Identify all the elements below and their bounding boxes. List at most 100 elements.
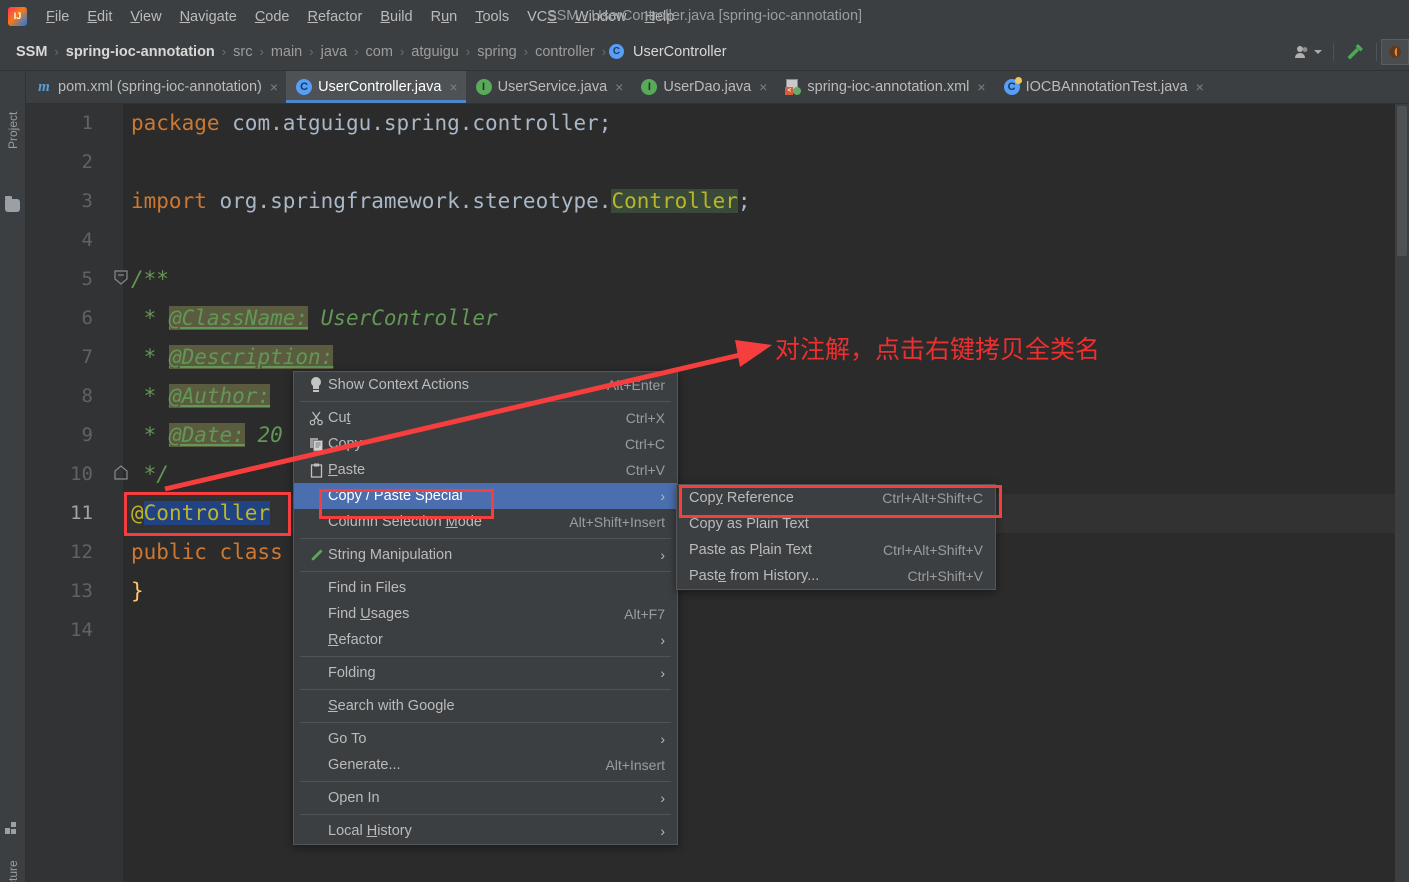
menu-item-find-in-files[interactable]: Find in Files: [294, 575, 677, 601]
line-number: 12: [70, 541, 93, 563]
close-icon[interactable]: ×: [759, 79, 767, 95]
breadcrumb-separator: ›: [601, 44, 607, 59]
breadcrumb-item-6[interactable]: atguigu: [407, 42, 463, 62]
menu-item-generate[interactable]: Generate... Alt+Insert: [294, 752, 677, 778]
menu-item-label: Copy as Plain Text: [689, 516, 809, 532]
editor-gutter[interactable]: 1 2 3 4 5 6 7 8 9 10 11 12 13 14: [26, 104, 128, 882]
submenu-item-copy-reference[interactable]: Copy Reference Ctrl+Alt+Shift+C: [677, 485, 995, 511]
tab-pom-xml[interactable]: m pom.xml (spring-ioc-annotation) ×: [26, 71, 286, 103]
code-line-5: /**: [131, 260, 169, 299]
menu-item-open-in[interactable]: Open In ›: [294, 785, 677, 811]
breadcrumb-separator: ›: [54, 44, 59, 59]
sidebar-item-structure[interactable]: Structure: [0, 833, 26, 882]
tab-label: UserController.java: [318, 79, 442, 95]
tab-usercontroller-java[interactable]: C UserController.java ×: [286, 71, 466, 103]
submenu-item-paste-from-history[interactable]: Paste from History... Ctrl+Shift+V: [677, 563, 995, 589]
menu-window[interactable]: Window: [566, 6, 636, 28]
tab-spring-ioc-annotation-xml[interactable]: < spring-ioc-annotation.xml ×: [775, 71, 993, 103]
menu-build[interactable]: Build: [371, 6, 421, 28]
menu-item-local-history[interactable]: Local History ›: [294, 818, 677, 844]
hammer-build-icon: [1347, 43, 1363, 59]
menu-navigate[interactable]: Navigate: [171, 6, 246, 28]
annotation-at-sign: @: [131, 501, 144, 525]
menu-item-cut[interactable]: Cut Ctrl+X: [294, 405, 677, 431]
menu-help[interactable]: Help: [635, 6, 683, 28]
menu-view[interactable]: View: [121, 6, 170, 28]
menu-item-string-manipulation[interactable]: String Manipulation ›: [294, 542, 677, 568]
breadcrumb-item-1[interactable]: spring-ioc-annotation: [62, 42, 219, 62]
menu-item-copy[interactable]: Copy Ctrl+C: [294, 431, 677, 457]
menu-item-refactor[interactable]: Refactor ›: [294, 627, 677, 653]
menu-item-copy-paste-special[interactable]: Copy / Paste Special ›: [294, 483, 677, 509]
sidebar-item-project[interactable]: Project: [0, 77, 26, 149]
menu-code[interactable]: Code: [246, 6, 299, 28]
menu-item-shortcut: Alt+Enter: [607, 377, 665, 393]
submenu-item-copy-as-plain-text[interactable]: Copy as Plain Text: [677, 511, 995, 537]
menu-item-label: Go To: [328, 731, 367, 747]
breadcrumb: SSM › spring-ioc-annotation › src › main…: [0, 42, 731, 62]
menu-separator: [300, 571, 671, 572]
javadoc-value-classname: UserController: [308, 306, 498, 330]
build-button[interactable]: [1338, 39, 1372, 65]
code-line-10: */: [131, 455, 169, 494]
menu-item-search-with-google[interactable]: Search with Google: [294, 693, 677, 719]
close-icon[interactable]: ×: [977, 79, 985, 95]
submenu-item-paste-as-plain-text[interactable]: Paste as Plain Text Ctrl+Alt+Shift+V: [677, 537, 995, 563]
close-icon[interactable]: ×: [1196, 79, 1204, 95]
code-line-13: }: [131, 572, 144, 611]
breadcrumb-item-5[interactable]: com: [362, 42, 397, 62]
menu-vcs[interactable]: VCS: [518, 6, 566, 28]
tab-userdao-java[interactable]: I UserDao.java ×: [631, 71, 775, 103]
menu-item-folding[interactable]: Folding ›: [294, 660, 677, 686]
chevron-down-icon: [1314, 49, 1322, 54]
breadcrumb-item-7[interactable]: spring: [473, 42, 521, 62]
menu-run[interactable]: Run: [422, 6, 467, 28]
code-line-11: @Controller: [131, 494, 271, 533]
menu-item-label: Copy: [328, 436, 362, 452]
java-test-class-icon: C: [1003, 77, 1022, 95]
menu-item-label: Copy Reference: [689, 490, 794, 506]
javadoc-value-date: 20: [244, 423, 283, 447]
toggle-panel-button[interactable]: [1381, 38, 1409, 65]
menu-item-find-usages[interactable]: Find Usages Alt+F7: [294, 601, 677, 627]
menu-separator: [300, 656, 671, 657]
menu-item-column-selection-mode[interactable]: Column Selection Mode Alt+Shift+Insert: [294, 509, 677, 535]
editor-scrollbar[interactable]: [1395, 104, 1409, 882]
breadcrumb-item-4[interactable]: java: [317, 42, 352, 62]
javadoc-star: *: [131, 345, 169, 369]
submenu-arrow-icon: ›: [660, 488, 665, 504]
java-interface-icon: I: [475, 79, 492, 95]
user-account-button[interactable]: [1287, 39, 1329, 65]
menu-item-paste[interactable]: Paste Ctrl+V: [294, 457, 677, 483]
copy-paste-special-submenu[interactable]: Copy Reference Ctrl+Alt+Shift+C Copy as …: [676, 484, 996, 590]
tab-label: IOCBAnnotationTest.java: [1025, 79, 1188, 95]
java-class-icon: C: [296, 79, 313, 95]
copy-icon: [304, 437, 328, 452]
semicolon: ;: [737, 189, 751, 213]
breadcrumb-item-8[interactable]: controller: [531, 42, 599, 62]
editor-context-menu[interactable]: Show Context Actions Alt+Enter Cut Ctrl+…: [293, 371, 678, 845]
close-icon[interactable]: ×: [449, 79, 457, 95]
java-interface-icon: I: [641, 79, 658, 95]
menu-tools[interactable]: Tools: [466, 6, 518, 28]
scrollbar-thumb[interactable]: [1397, 106, 1407, 256]
package-name: com.atguigu.spring.controller;: [219, 111, 612, 135]
close-icon[interactable]: ×: [615, 79, 623, 95]
menu-edit[interactable]: Edit: [78, 6, 121, 28]
menu-item-label: Paste as Plain Text: [689, 542, 813, 558]
menu-item-show-context-actions[interactable]: Show Context Actions Alt+Enter: [294, 372, 677, 398]
menu-item-go-to[interactable]: Go To ›: [294, 726, 677, 752]
breadcrumb-item-0[interactable]: SSM: [12, 42, 51, 62]
import-path: org.springframework.stereotype.: [206, 189, 612, 213]
tab-userservice-java[interactable]: I UserService.java ×: [466, 71, 632, 103]
menu-file[interactable]: File: [37, 6, 78, 28]
left-tool-window-strip: Project Structure Favorites: [0, 71, 26, 882]
menu-refactor[interactable]: Refactor: [299, 6, 372, 28]
breadcrumb-item-2[interactable]: src: [229, 42, 256, 62]
submenu-arrow-icon: ›: [660, 665, 665, 681]
close-icon[interactable]: ×: [270, 79, 278, 95]
tab-iocbannotationtest-java[interactable]: C IOCBAnnotationTest.java ×: [994, 71, 1212, 103]
breadcrumb-leaf[interactable]: UserController: [629, 42, 730, 62]
menu-separator: [300, 722, 671, 723]
breadcrumb-item-3[interactable]: main: [267, 42, 306, 62]
